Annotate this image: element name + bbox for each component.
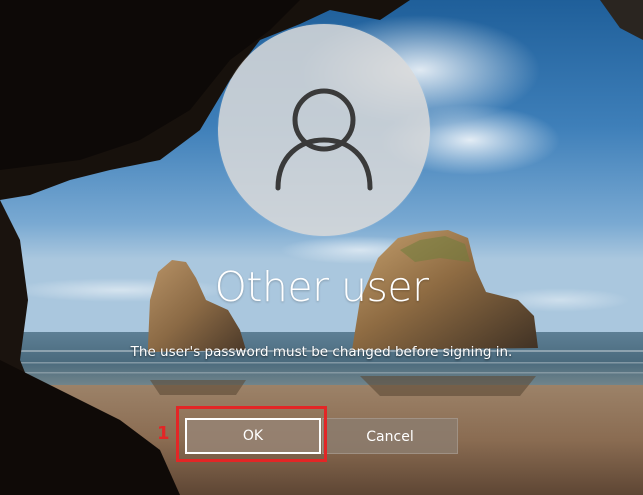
user-silhouette-icon xyxy=(275,88,373,191)
user-avatar xyxy=(218,24,430,236)
ok-button[interactable]: OK xyxy=(185,418,321,454)
step-number-label: 1 xyxy=(157,423,170,444)
password-change-message: The user's password must be changed befo… xyxy=(130,344,513,360)
cancel-button[interactable]: Cancel xyxy=(322,418,458,454)
user-name-label: Other user xyxy=(214,263,429,311)
